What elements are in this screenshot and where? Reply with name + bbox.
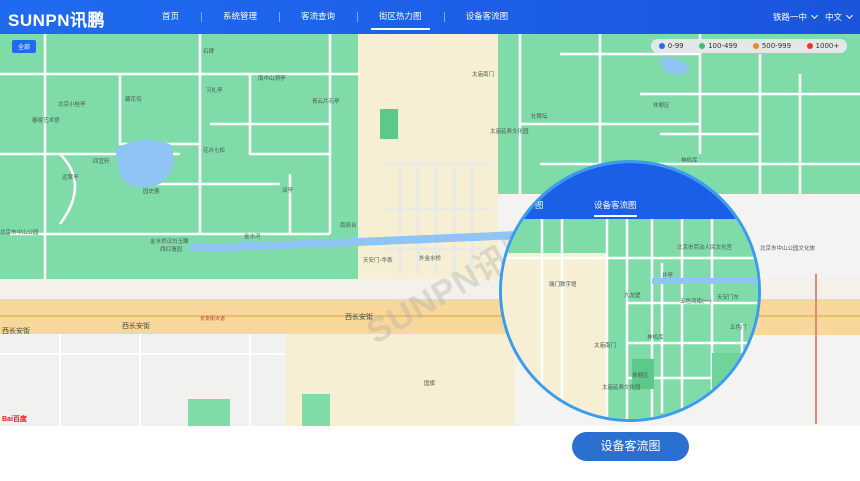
map-poi-label: 春晓艺术馆 (32, 118, 60, 124)
location-selector[interactable]: 铁路一中 (772, 11, 819, 23)
legend-dot-icon (658, 43, 665, 49)
zoom-poi-label: 神机库 (647, 335, 664, 341)
chevron-down-icon (810, 11, 819, 20)
nav-system-management[interactable]: 系统管理 (201, 0, 279, 34)
map-poi-label: 藏花坞 (125, 97, 142, 103)
map-poi-label: 外金水桥 (419, 256, 442, 262)
zoom-poi-label: 五色门 (730, 325, 747, 331)
magnifier-tab-device-traffic: 设备客流图 (594, 199, 637, 217)
map-poi-label: 金水河 (244, 234, 261, 240)
zoom-poi-label: 休憩区 (632, 373, 649, 379)
language-label: 中文 (824, 13, 842, 23)
zoom-poi-label: 北京市劳动人民文化宫 (677, 245, 733, 251)
brand-logo[interactable]: SUNPN讯鹏 (8, 6, 105, 31)
device-traffic-caption: 设备客流图 (572, 432, 689, 461)
location-label: 铁路一中 (772, 13, 807, 23)
legend-label: 500-999 (761, 42, 792, 50)
heat-legend: 0-99 100-499 500-999 1000+ (651, 39, 847, 53)
map-poi-label: 社稷坛 (531, 114, 548, 120)
map-poi-label: 天安门-华表 (363, 258, 393, 264)
legend-label: 100-499 (708, 42, 738, 50)
map-poi-label: 太庙延寿文化园 (490, 129, 529, 135)
legend-dot-icon (699, 43, 706, 49)
map-poi-label: 南中山洞亭 (258, 76, 286, 82)
map-poi-label: 四宜轩 (93, 159, 110, 165)
legend-label: 1000+ (815, 42, 840, 50)
map-poi-label: 北京小桂亭 (58, 102, 86, 108)
map-poi-label: 北京市中山公园 (0, 230, 39, 236)
legend-item: 0-99 (658, 42, 684, 50)
street-label: 长安街大道 (200, 316, 226, 322)
street-label: 西长安街 (122, 322, 150, 330)
map-poi-label: 国旗 (424, 381, 436, 387)
zoom-poi-label: 端门数字馆 (549, 282, 577, 288)
baidu-logo: Bai百度 (2, 416, 27, 423)
map-poi-label: 南辰台 (340, 223, 357, 229)
legend-dot-icon (806, 43, 813, 49)
street-label: 西长安街 (2, 327, 30, 335)
nav-device-traffic-map[interactable]: 设备客流图 (443, 0, 531, 34)
map-poi-label: 园史展 (143, 189, 160, 195)
zoom-poi-label: 五色流南(一) (680, 299, 712, 305)
map-poi-label: 花卉七松 (203, 148, 226, 154)
legend-dot-icon (752, 43, 759, 49)
legend-item: 100-499 (699, 42, 737, 50)
area-filter-tag[interactable]: 全部 (12, 40, 37, 53)
zoom-poi-label: 九龙壁 (624, 293, 641, 299)
zoom-poi-label: 太庙延寿文化园 (602, 385, 641, 391)
main-nav: 首页 系统管理 客流查询 街区热力图 设备客流图 (140, 0, 530, 34)
zoom-poi-label: 太庙南门 (594, 343, 617, 349)
map-poi-label: 青云片石亭 (312, 99, 340, 105)
top-navbar: SUNPN讯鹏 首页 系统管理 客流查询 街区热力图 设备客流图 铁路一中 中文 (0, 0, 860, 34)
magnifier-tab: 图 (535, 201, 544, 211)
map-poi-label: 双亭 (282, 188, 294, 194)
zoom-poi-label: 井亭 (662, 273, 674, 279)
legend-label: 0-99 (667, 42, 684, 50)
map-poi-label: 西红墙园 (160, 247, 183, 253)
chevron-down-icon (845, 11, 854, 20)
language-selector[interactable]: 中文 (824, 11, 854, 23)
magnifier-lens: 图 设备客流图 北京市劳动人民文化宫 井亭 端门数字馆 九龙壁 五色流南(一) … (499, 160, 761, 422)
nav-street-heatmap[interactable]: 街区热力图 (357, 0, 444, 34)
map-poi-label: 习礼亭 (206, 88, 223, 94)
legend-item: 500-999 (752, 42, 792, 50)
map-poi-label: 石碑 (203, 49, 215, 55)
nav-traffic-query[interactable]: 客流查询 (279, 0, 357, 34)
map-poi-label: 远翠亭 (62, 175, 79, 181)
zoom-poi-label: 天安门东 (717, 295, 740, 301)
map-poi-label: 休憩区 (653, 103, 670, 109)
nav-home[interactable]: 首页 (140, 0, 201, 34)
map-poi-label: 北京市中山公园文化旅 (760, 246, 816, 252)
map-poi-label: 金水桥汉白玉雕 (150, 239, 189, 245)
legend-item: 1000+ (806, 42, 840, 50)
map-poi-label: 太庙南门 (472, 72, 495, 78)
header-tools: 铁路一中 中文 (765, 0, 854, 34)
